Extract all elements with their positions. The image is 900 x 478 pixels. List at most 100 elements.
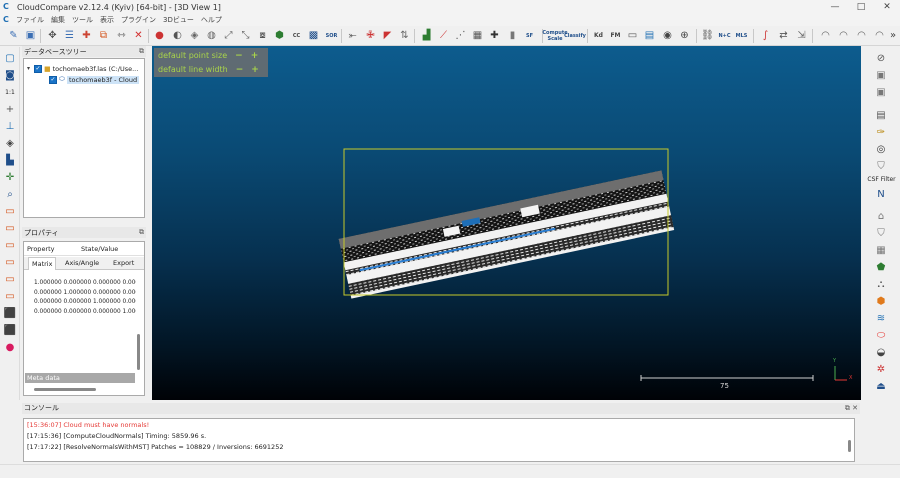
classify-button[interactable]: Classify <box>564 28 586 43</box>
ellipse-icon[interactable]: ⬭ <box>874 328 888 342</box>
camera-icon[interactable]: ◙ <box>3 68 17 82</box>
view-top-vb-icon[interactable]: ▭ <box>3 204 17 218</box>
kd-button[interactable]: Kd <box>591 28 606 43</box>
shield2-icon[interactable]: ⛉ <box>874 226 888 240</box>
cross-section-icon[interactable]: ✙ <box>363 28 378 43</box>
distance-icon[interactable]: ▩ <box>306 28 321 43</box>
cc-icon[interactable]: CC <box>289 28 304 43</box>
view-top-icon[interactable]: ◠ <box>818 28 833 43</box>
close-button[interactable]: ✕ <box>874 0 900 14</box>
delete-icon[interactable]: ✕ <box>131 28 146 43</box>
filmstrip-icon[interactable]: ▤ <box>874 108 888 122</box>
view-back-vb-icon[interactable]: ▭ <box>3 238 17 252</box>
tab-export[interactable]: Export <box>110 257 137 270</box>
menu-3dviews[interactable]: 3Dビュー <box>163 14 194 26</box>
globe-icon[interactable]: ⊕ <box>677 28 692 43</box>
scan2-icon[interactable]: ▣ <box>874 85 888 99</box>
shield-icon[interactable]: ⛉ <box>874 159 888 173</box>
menu-help[interactable]: ヘルプ <box>201 14 222 26</box>
mesh-icon[interactable]: ◈ <box>187 28 202 43</box>
perspective-icon[interactable]: ◈ <box>3 136 17 150</box>
stereo-icon[interactable]: ● <box>3 340 17 354</box>
save-icon[interactable]: ▣ <box>23 28 38 43</box>
fm-button[interactable]: FM <box>608 28 623 43</box>
brush-icon[interactable]: ✑ <box>874 125 888 139</box>
tree-checkbox[interactable]: ✓ <box>34 64 42 73</box>
layers-icon[interactable]: ≋ <box>874 311 888 325</box>
seg-icon[interactable]: ⤜ <box>345 28 360 43</box>
axis-icon[interactable]: ✛ <box>3 170 17 184</box>
line-width-plus-button[interactable]: + <box>251 65 259 75</box>
db-tree[interactable]: ▾ ✓ ■ tochomaeb3f.las (C:/Use... ✓ ⬭ toc… <box>23 58 145 218</box>
view-back-icon[interactable]: ◠ <box>872 28 887 43</box>
3d-view[interactable]: default point size − + default line widt… <box>152 46 861 400</box>
view-bottom-vb-icon[interactable]: ▭ <box>3 289 17 303</box>
sf-add-icon[interactable]: ✚ <box>487 28 502 43</box>
hidden-points-icon[interactable]: ⇄ <box>776 28 791 43</box>
view-front-icon[interactable]: ◠ <box>836 28 851 43</box>
properties-float-icon[interactable]: ⧉ <box>139 227 144 238</box>
roof-icon[interactable]: ⌂ <box>874 209 888 223</box>
sf-arith-icon[interactable]: ▦ <box>470 28 485 43</box>
n-c-button[interactable]: N+C <box>717 28 732 43</box>
scan-icon[interactable]: ▣ <box>874 68 888 82</box>
dock-icon[interactable]: ⏏ <box>874 379 888 393</box>
maximize-button[interactable]: □ <box>848 0 874 14</box>
sphere-grid-icon[interactable]: ◉ <box>660 28 675 43</box>
zoom-icon[interactable]: ⌕ <box>3 187 17 201</box>
octree-icon[interactable]: ⤡ <box>238 28 253 43</box>
translate-icon[interactable]: ✚ <box>79 28 94 43</box>
clone-icon[interactable]: ⇿ <box>114 28 129 43</box>
collapse-arrow-icon[interactable]: ▾ <box>27 65 34 72</box>
registration-icon[interactable]: ⧇ <box>255 28 270 43</box>
cube-icon[interactable]: ⬢ <box>874 294 888 308</box>
view-side-icon[interactable]: ◠ <box>854 28 869 43</box>
minimize-button[interactable]: — <box>822 0 848 14</box>
tree-icon[interactable]: ⬟ <box>874 260 888 274</box>
export-icon[interactable]: ⇲ <box>794 28 809 43</box>
zoom-1-1-icon[interactable]: 1:1 <box>3 85 17 99</box>
tree-item-cloud[interactable]: ✓ ⬭ tochomaeb3f - Cloud <box>49 74 140 85</box>
properties-vscrollbar[interactable] <box>137 334 140 370</box>
sf-filter-icon[interactable]: ⋰ <box>453 28 468 43</box>
icp-icon[interactable]: ⬢ <box>272 28 287 43</box>
link-icon[interactable]: ⛓ <box>700 28 715 43</box>
csf-filter-label[interactable]: CSF Filter <box>863 176 900 183</box>
list-icon[interactable]: ☰ <box>62 28 77 43</box>
tab-axis-angle[interactable]: Axis/Angle <box>62 257 102 270</box>
normals-icon[interactable]: ⤢ <box>221 28 236 43</box>
menu-file[interactable]: ファイル <box>16 14 44 26</box>
people-icon[interactable]: ⛬ <box>874 277 888 291</box>
point-size-minus-button[interactable]: − <box>235 51 243 61</box>
menu-edit[interactable]: 編集 <box>51 14 65 26</box>
point-size-plus-button[interactable]: + <box>251 51 259 61</box>
poisson-icon[interactable]: ∫ <box>758 28 773 43</box>
north-icon[interactable]: N <box>874 187 888 201</box>
db-tree-float-icon[interactable]: ⧉ <box>139 46 144 57</box>
iso1-icon[interactable]: ⬛ <box>3 306 17 320</box>
subsample-icon[interactable]: ◐ <box>170 28 185 43</box>
menu-display[interactable]: 表示 <box>100 14 114 26</box>
compute-scale-button[interactable]: Compute Scale <box>542 28 567 43</box>
grid-icon[interactable]: ▦ <box>874 243 888 257</box>
shading-icon[interactable]: ▙ <box>3 153 17 167</box>
toolbar-overflow-button[interactable]: » <box>888 28 898 43</box>
console-window-buttons[interactable]: ⧉ ✕ <box>845 403 858 414</box>
app-menu-icon[interactable]: C <box>3 15 13 25</box>
menu-plugins[interactable]: プラグイン <box>121 14 156 26</box>
properties-hscrollbar[interactable] <box>34 388 96 391</box>
tab-matrix[interactable]: Matrix <box>28 257 57 270</box>
menu-tools[interactable]: ツール <box>72 14 93 26</box>
pick-center-icon[interactable]: ✥ <box>45 28 60 43</box>
sf-delete-icon[interactable]: ▮ <box>505 28 520 43</box>
sor-filter-button[interactable]: SOR <box>324 28 339 43</box>
torus-icon[interactable]: ◒ <box>874 345 888 359</box>
compass-icon[interactable]: ◎ <box>874 142 888 156</box>
sphere-icon[interactable]: ◍ <box>204 28 219 43</box>
align-icon[interactable]: ⇅ <box>397 28 412 43</box>
sf-gradient-icon[interactable]: ⟋ <box>436 28 451 43</box>
view-right-vb-icon[interactable]: ▭ <box>3 272 17 286</box>
iso2-icon[interactable]: ⬛ <box>3 323 17 337</box>
console-scrollbar[interactable] <box>848 440 851 452</box>
view-front-vb-icon[interactable]: ▭ <box>3 221 17 235</box>
